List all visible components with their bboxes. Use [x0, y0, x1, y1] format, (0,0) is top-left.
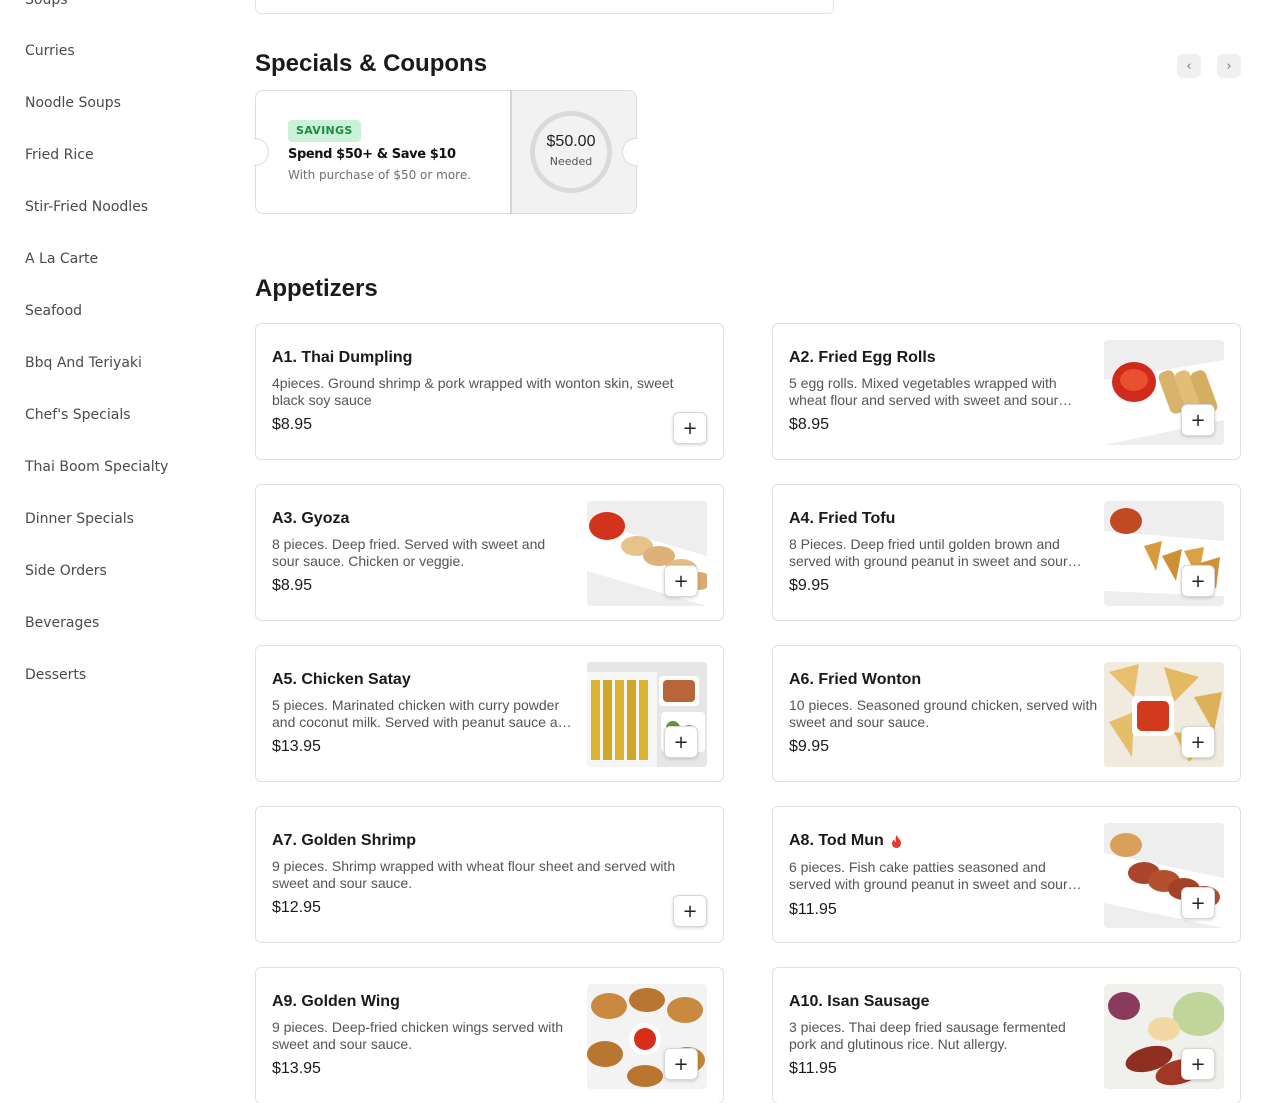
add-item-button[interactable]: +: [1181, 887, 1215, 919]
sidebar-item-stir-fried-noodles[interactable]: Stir-Fried Noodles: [25, 199, 148, 215]
item-description: 8 pieces. Deep fried. Served with sweet …: [272, 536, 546, 569]
sidebar-item-fried-rice[interactable]: Fried Rice: [25, 147, 94, 163]
appetizers-title: Appetizers: [255, 275, 378, 302]
amount-needed: $50.00: [546, 133, 596, 150]
specials-title: Specials & Coupons: [255, 50, 488, 77]
add-item-button[interactable]: +: [664, 1048, 698, 1080]
amount-needed-label: Needed: [549, 155, 593, 168]
menu-item-card[interactable]: A7. Golden Shrimp 9 pieces. Shrimp wrapp…: [255, 806, 724, 943]
sidebar-item-dinner-specials[interactable]: Dinner Specials: [25, 511, 134, 527]
sidebar-item-curries[interactable]: Curries: [25, 43, 75, 59]
plus-icon: +: [1190, 570, 1206, 592]
menu-item-card[interactable]: A6. Fried Wonton 10 pieces. Seasoned gro…: [772, 645, 1241, 782]
item-price: $9.95: [789, 577, 830, 594]
menu-item-card[interactable]: A3. Gyoza 8 pieces. Deep fried. Served w…: [255, 484, 724, 621]
sidebar-item-soups[interactable]: Soups: [25, 0, 68, 8]
add-item-button[interactable]: +: [664, 726, 698, 758]
item-description: 6 pieces. Fish cake patties seasoned and…: [789, 859, 1068, 892]
item-name: A5. Chicken Satay: [272, 671, 411, 688]
menu-item-card[interactable]: A10. Isan Sausage 3 pieces. Thai deep fr…: [772, 967, 1241, 1103]
menu-item-card[interactable]: A5. Chicken Satay 5 pieces. Marinated ch…: [255, 645, 724, 782]
menu-item-card[interactable]: A4. Fried Tofu 8 Pieces. Deep fried unti…: [772, 484, 1241, 621]
previous-card-edge: [255, 0, 834, 14]
plus-icon: +: [682, 900, 698, 922]
coupon-progress-panel: $50.00 Needed: [510, 90, 637, 214]
item-name: A9. Golden Wing: [272, 993, 400, 1010]
sidebar-item-a-la-carte[interactable]: A La Carte: [25, 251, 98, 267]
item-name: A6. Fried Wonton: [789, 671, 922, 688]
plus-icon: +: [1190, 892, 1206, 914]
item-name: A8. Tod Mun: [789, 832, 902, 850]
item-description: 5 pieces. Marinated chicken with curry p…: [272, 697, 574, 730]
item-description: 9 pieces. Deep-fried chicken wings serve…: [272, 1019, 564, 1052]
chevron-right-icon: ›: [1226, 58, 1232, 74]
plus-icon: +: [673, 1053, 689, 1075]
sidebar-item-seafood[interactable]: Seafood: [25, 303, 82, 319]
sidebar-item-desserts[interactable]: Desserts: [25, 667, 86, 683]
plus-icon: +: [682, 417, 698, 439]
sidebar-item-bbq-teriyaki[interactable]: Bbq And Teriyaki: [25, 355, 142, 371]
coupon-details: SAVINGS Spend $50+ & Save $10 With purch…: [255, 90, 511, 214]
sidebar-item-thai-boom-specialty[interactable]: Thai Boom Specialty: [25, 459, 168, 475]
plus-icon: +: [1190, 409, 1206, 431]
sidebar-item-side-orders[interactable]: Side Orders: [25, 563, 107, 579]
add-item-button[interactable]: +: [664, 565, 698, 597]
spicy-icon: [891, 834, 901, 848]
item-price: $11.95: [789, 901, 837, 918]
item-description: 5 egg rolls. Mixed vegetables wrapped wi…: [789, 375, 1059, 408]
coupon-subtitle: With purchase of $50 or more.: [288, 168, 472, 182]
item-price: $12.95: [272, 899, 321, 916]
item-name: A1. Thai Dumpling: [272, 349, 413, 366]
savings-badge: SAVINGS: [288, 120, 361, 142]
item-price: $11.95: [789, 1060, 837, 1077]
item-description: 10 pieces. Seasoned ground chicken, serv…: [789, 697, 1098, 730]
sidebar-item-beverages[interactable]: Beverages: [25, 615, 99, 631]
chevron-left-icon: ‹: [1186, 58, 1192, 74]
item-name: A10. Isan Sausage: [789, 993, 930, 1010]
sidebar-item-noodle-soups[interactable]: Noodle Soups: [25, 95, 121, 111]
item-name: A4. Fried Tofu: [789, 510, 896, 527]
item-price: $9.95: [789, 738, 830, 755]
coupon-title: Spend $50+ & Save $10: [288, 147, 456, 162]
item-price: $8.95: [272, 577, 313, 594]
item-price: $8.95: [272, 416, 313, 433]
menu-item-card[interactable]: A2. Fried Egg Rolls 5 egg rolls. Mixed v…: [772, 323, 1241, 460]
add-item-button[interactable]: +: [1181, 726, 1215, 758]
menu-item-card[interactable]: A8. Tod Mun 6 pieces. Fish cake patties …: [772, 806, 1241, 943]
add-item-button[interactable]: +: [1181, 404, 1215, 436]
category-sidebar: Soups Curries Noodle Soups Fried Rice St…: [0, 0, 230, 1103]
add-item-button[interactable]: +: [673, 895, 707, 927]
item-name: A7. Golden Shrimp: [272, 832, 417, 849]
coupon-card[interactable]: SAVINGS Spend $50+ & Save $10 With purch…: [254, 90, 638, 214]
plus-icon: +: [673, 570, 689, 592]
plus-icon: +: [1190, 1053, 1206, 1075]
item-price: $13.95: [272, 738, 321, 755]
item-description: 8 Pieces. Deep fried until golden brown …: [789, 536, 1068, 569]
menu-item-card[interactable]: A9. Golden Wing 9 pieces. Deep-fried chi…: [255, 967, 724, 1103]
progress-ring: $50.00 Needed: [530, 111, 612, 193]
item-name: A2. Fried Egg Rolls: [789, 349, 936, 366]
add-item-button[interactable]: +: [673, 412, 707, 444]
item-description: 4pieces. Ground shrimp & pork wrapped wi…: [272, 375, 674, 408]
plus-icon: +: [1190, 731, 1206, 753]
add-item-button[interactable]: +: [1181, 565, 1215, 597]
specials-prev-button[interactable]: ‹: [1177, 54, 1201, 78]
sidebar-item-chefs-specials[interactable]: Chef's Specials: [25, 407, 131, 423]
item-description: 3 pieces. Thai deep fried sausage fermen…: [789, 1019, 1066, 1052]
item-name: A3. Gyoza: [272, 510, 350, 527]
item-price: $13.95: [272, 1060, 321, 1077]
plus-icon: +: [673, 731, 689, 753]
menu-item-card[interactable]: A1. Thai Dumpling 4pieces. Ground shrimp…: [255, 323, 724, 460]
specials-next-button[interactable]: ›: [1217, 54, 1241, 78]
add-item-button[interactable]: +: [1181, 1048, 1215, 1080]
item-description: 9 pieces. Shrimp wrapped with wheat flou…: [272, 858, 676, 891]
item-price: $8.95: [789, 416, 830, 433]
